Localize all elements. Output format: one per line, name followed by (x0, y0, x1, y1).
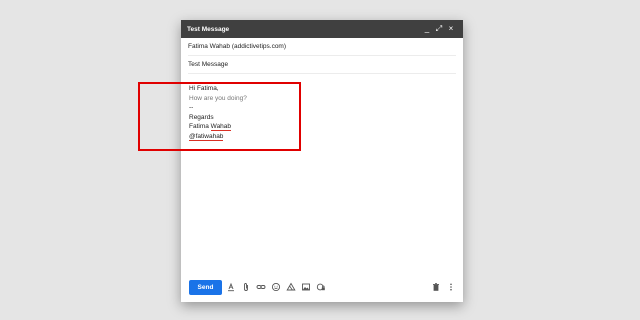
confidential-mode-icon[interactable] (315, 281, 327, 293)
emoji-icon[interactable] (270, 281, 282, 293)
compose-title: Test Message (187, 25, 230, 33)
compose-toolbar: Send (189, 279, 457, 295)
photo-icon[interactable] (300, 281, 312, 293)
format-text-icon[interactable] (225, 281, 237, 293)
expand-icon[interactable]: ⤢ (433, 20, 445, 38)
minimize-icon[interactable]: _ (421, 20, 433, 38)
trash-icon[interactable] (430, 281, 442, 293)
subject-field[interactable]: Test Message (188, 56, 456, 74)
more-options-icon[interactable] (445, 281, 457, 293)
annotation-highlight-box (138, 82, 301, 151)
attach-icon[interactable] (240, 281, 252, 293)
send-button[interactable]: Send (189, 279, 222, 295)
recipient-chip: Fatima Wahab (addictivetips.com) (188, 43, 287, 50)
link-icon[interactable] (255, 281, 267, 293)
compose-window: Test Message _ ⤢ × Fatima Wahab (addicti… (181, 20, 463, 302)
close-icon[interactable]: × (445, 20, 457, 38)
compose-title-bar: Test Message _ ⤢ × (181, 20, 463, 38)
subject-value: Test Message (188, 61, 229, 68)
drive-icon[interactable] (285, 281, 297, 293)
recipients-field[interactable]: Fatima Wahab (addictivetips.com) (188, 38, 456, 56)
